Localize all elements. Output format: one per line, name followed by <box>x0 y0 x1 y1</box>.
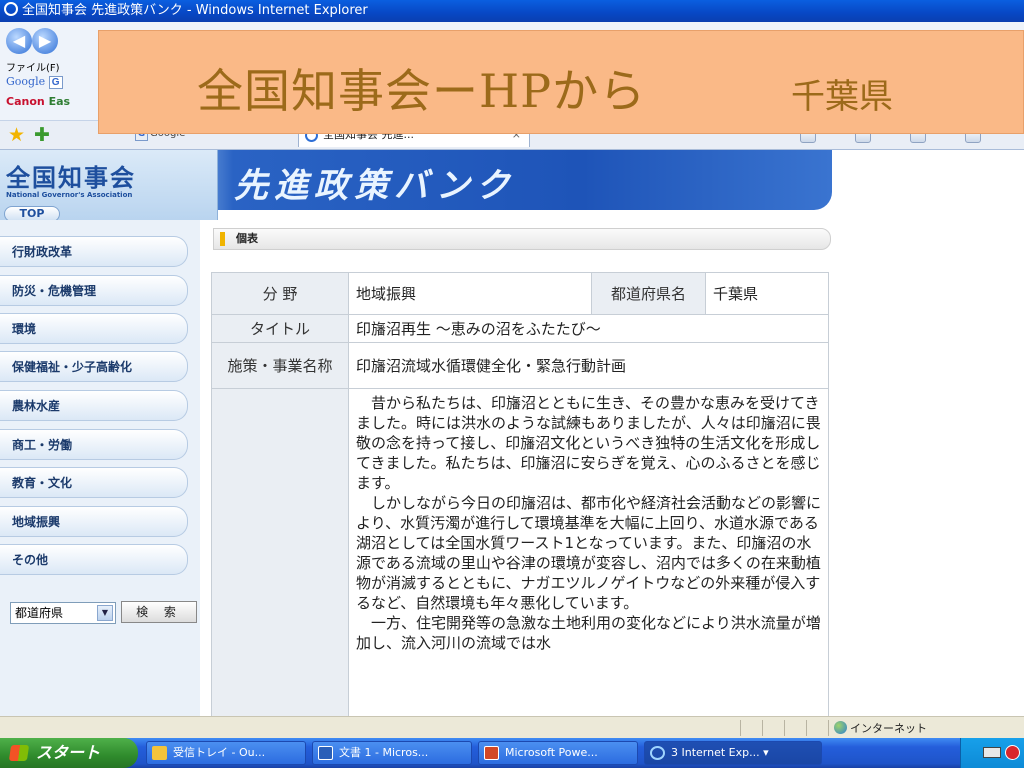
bank-title: 先進政策バンク <box>234 166 516 206</box>
powerpoint-icon <box>484 746 499 760</box>
prefecture-label: 都道府県名 <box>591 272 706 315</box>
description-text: 昔から私たちは、印旛沼とともに生き、その豊かな恵みを受けてきました。時には洪水の… <box>348 388 829 716</box>
logo-main-text: 全国知事会 <box>6 164 136 192</box>
canon-brand: Canon <box>6 95 45 108</box>
status-divider <box>784 720 785 736</box>
section-label: 個表 <box>236 232 258 245</box>
status-divider <box>806 720 807 736</box>
nav-item-hoken[interactable]: 保健福祉・少子高齢化 <box>0 351 188 382</box>
section-header: 個表 <box>213 228 831 250</box>
alert-icon[interactable] <box>1005 745 1020 760</box>
window-title: 全国知事会 先進政策バンク - Windows Internet Explore… <box>22 3 368 18</box>
status-divider <box>828 720 829 736</box>
annotation-banner: 全国知事会ーHPから 千葉県 <box>98 30 1024 134</box>
title-label: タイトル <box>211 314 349 343</box>
add-favorite-icon[interactable]: ✚ <box>34 124 50 146</box>
annotation-prefecture-text: 千葉県 <box>791 77 893 117</box>
prefecture-value: 千葉県 <box>705 272 829 315</box>
forward-button[interactable]: ▶ <box>32 28 58 54</box>
status-divider <box>762 720 763 736</box>
nav-item-shoko[interactable]: 商工・労働 <box>0 429 188 460</box>
field-value: 地域振興 <box>348 272 592 315</box>
globe-icon <box>834 721 847 734</box>
google-toolbar: Google G <box>6 75 63 89</box>
task-word[interactable]: 文書 1 - Micros... <box>312 741 472 765</box>
prefecture-select[interactable]: 都道府県 ▼ <box>10 602 116 624</box>
windows-logo-icon <box>8 745 30 761</box>
field-label: 分 野 <box>211 272 349 315</box>
canon-easy-link[interactable]: Eas <box>49 95 70 108</box>
description-label <box>211 388 349 716</box>
keyboard-icon[interactable] <box>983 747 1001 758</box>
system-tray <box>960 738 1024 768</box>
project-value: 印旛沼流域水循環健全化・緊急行動計画 <box>348 342 829 389</box>
site-logo[interactable]: 全国知事会 National Governor's Association TO… <box>0 150 218 222</box>
status-divider <box>740 720 741 736</box>
nav-item-chiiki[interactable]: 地域振興 <box>0 506 188 537</box>
ie-task-icon <box>650 746 665 760</box>
nav-item-bousai[interactable]: 防災・危機管理 <box>0 275 188 306</box>
nav-item-gyozaisei[interactable]: 行財政改革 <box>0 236 188 267</box>
status-bar: インターネット <box>0 716 1024 738</box>
google-search-box[interactable]: G <box>48 76 63 89</box>
nav-item-sonota[interactable]: その他 <box>0 544 188 575</box>
nav-item-norin[interactable]: 農林水産 <box>0 390 188 421</box>
canon-toolbar: Canon Eas <box>6 95 70 108</box>
sidebar: 行財政改革 防災・危機管理 環境 保健福祉・少子高齢化 農林水産 商工・労働 教… <box>0 220 200 716</box>
annotation-main-text: 全国知事会ーHPから <box>197 64 647 118</box>
back-button[interactable]: ◀ <box>6 28 32 54</box>
google-label: Google <box>6 75 46 88</box>
chevron-down-icon: ▼ <box>97 605 113 621</box>
outlook-icon <box>152 746 167 760</box>
nav-item-kyoiku[interactable]: 教育・文化 <box>0 467 188 498</box>
logo-sub-text: National Governor's Association <box>6 191 133 199</box>
menu-file[interactable]: ファイル(F) <box>6 59 60 74</box>
section-marker <box>220 232 225 246</box>
start-button[interactable]: スタート <box>0 738 138 768</box>
task-outlook[interactable]: 受信トレイ - Ou... <box>146 741 306 765</box>
title-value: 印旛沼再生 ～恵みの沼をふたたび～ <box>348 314 829 343</box>
ie-icon <box>4 2 18 16</box>
favorites-star-icon[interactable]: ★ <box>8 124 25 146</box>
nav-item-kankyo[interactable]: 環境 <box>0 313 188 344</box>
window-title-bar: 全国知事会 先進政策バンク - Windows Internet Explore… <box>0 0 1024 22</box>
policy-detail-table: 分 野 地域振興 都道府県名 千葉県 タイトル 印旛沼再生 ～恵みの沼をふたたび… <box>211 272 829 716</box>
search-button[interactable]: 検 索 <box>121 601 197 623</box>
page-content: 先進政策バンク 全国知事会 National Governor's Associ… <box>0 150 1024 716</box>
project-label: 施策・事業名称 <box>211 342 349 389</box>
taskbar: スタート 受信トレイ - Ou... 文書 1 - Micros... Micr… <box>0 738 1024 768</box>
security-zone[interactable]: インターネット <box>834 720 927 736</box>
task-powerpoint[interactable]: Microsoft Powe... <box>478 741 638 765</box>
task-internet-explorer[interactable]: 3 Internet Exp... ▾ <box>644 741 822 765</box>
word-icon <box>318 746 333 760</box>
